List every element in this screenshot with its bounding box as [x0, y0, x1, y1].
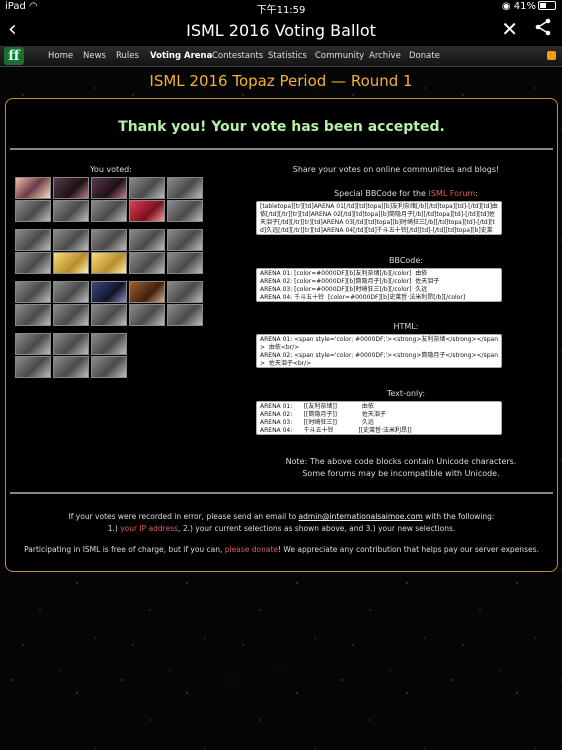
character-thumbnail[interactable]	[167, 200, 203, 222]
site-nav: ff Home News Rules Voting Arena Contesta…	[0, 46, 562, 67]
battery-icon	[538, 1, 556, 10]
isml-forum-link[interactable]: ISML Forum	[429, 189, 476, 198]
character-thumbnail[interactable]	[129, 229, 165, 251]
character-thumbnail[interactable]	[91, 356, 127, 378]
character-thumbnail[interactable]	[129, 252, 165, 274]
character-thumbnail[interactable]	[129, 177, 165, 199]
special-bbcode-textarea[interactable]: [tabletopa][tr][td]ARENA 01[/td][td]topa…	[256, 201, 502, 235]
nav-contestants[interactable]: Contestants	[212, 51, 263, 61]
character-thumbnail[interactable]	[91, 200, 127, 222]
bbcode-textarea[interactable]: ARENA 01: [color=#0000DF][b]友利奈绪[/b][/co…	[256, 268, 502, 302]
character-thumbnail[interactable]	[167, 177, 203, 199]
nav-rules[interactable]: Rules	[116, 51, 139, 61]
nav-donate[interactable]: Donate	[409, 51, 440, 61]
character-thumbnail[interactable]	[53, 252, 89, 274]
unicode-note: Note: The above code blocks contain Unic…	[285, 457, 517, 478]
bbcode-label: BBCode:	[388, 256, 423, 265]
character-thumbnail[interactable]	[15, 281, 51, 303]
character-thumbnail[interactable]	[53, 177, 89, 199]
html-label: HTML:	[393, 322, 419, 331]
nav-news[interactable]: News	[83, 51, 106, 61]
character-thumbnail[interactable]	[129, 304, 165, 326]
rss-icon[interactable]	[547, 51, 556, 60]
character-thumbnail[interactable]	[15, 333, 51, 355]
character-thumbnail[interactable]	[91, 252, 127, 274]
nav-home[interactable]: Home	[48, 51, 73, 61]
status-bar: iPad ◠ 下午11:59 ◉ 41%	[0, 0, 562, 16]
character-thumbnail[interactable]	[53, 229, 89, 251]
admin-email-link[interactable]: admin@internationalsaimoe.com	[299, 512, 423, 521]
donation-text: Participating in ISML is free of charge,…	[24, 545, 539, 554]
divider	[10, 492, 553, 494]
character-thumbnail[interactable]	[129, 281, 165, 303]
character-thumbnail[interactable]	[167, 281, 203, 303]
title-bar: ‹ ISML 2016 Voting Ballot ✕	[0, 14, 562, 46]
character-thumbnail[interactable]	[129, 200, 165, 222]
character-thumbnail[interactable]	[167, 229, 203, 251]
character-thumbnail[interactable]	[53, 281, 89, 303]
location-icon: ◉	[501, 1, 511, 12]
character-thumbnail[interactable]	[15, 304, 51, 326]
donate-link[interactable]: please donate	[225, 545, 278, 554]
character-thumbnail[interactable]	[53, 356, 89, 378]
character-thumbnail[interactable]	[15, 229, 51, 251]
text-only-textarea[interactable]: ARENA 01: [[友利奈绪]] 由依 ARENA 02: [[筒隐月子]]…	[256, 401, 502, 435]
character-thumbnail[interactable]	[91, 229, 127, 251]
ip-address-link[interactable]: your IP address	[120, 524, 178, 533]
character-thumbnail[interactable]	[53, 200, 89, 222]
nav-statistics[interactable]: Statistics	[268, 51, 307, 61]
battery-status: ◉ 41%	[502, 1, 556, 12]
character-thumbnail[interactable]	[91, 304, 127, 326]
nav-voting-arena[interactable]: Voting Arena	[150, 51, 212, 61]
character-thumbnail[interactable]	[53, 304, 89, 326]
character-thumbnail[interactable]	[91, 281, 127, 303]
confirmation-message: Thank you! Your vote has been accepted.	[118, 119, 445, 135]
character-thumbnail[interactable]	[91, 177, 127, 199]
character-thumbnail[interactable]	[15, 200, 51, 222]
character-thumbnail[interactable]	[167, 252, 203, 274]
share-icon[interactable]	[534, 18, 552, 41]
character-thumbnail[interactable]	[91, 333, 127, 355]
share-heading: Share your votes on online communities a…	[292, 165, 500, 174]
nav-archive[interactable]: Archive	[369, 51, 401, 61]
you-voted-heading: You voted:	[90, 165, 132, 174]
character-thumbnail[interactable]	[167, 304, 203, 326]
character-thumbnail[interactable]	[15, 177, 51, 199]
divider	[10, 148, 553, 150]
close-icon[interactable]: ✕	[501, 17, 518, 41]
special-bbcode-label: Special BBCode for the ISML Forum:	[334, 189, 478, 198]
error-contact-text: If your votes were recorded in error, pl…	[68, 512, 495, 533]
site-logo[interactable]: ff	[4, 47, 24, 65]
character-thumbnail[interactable]	[15, 356, 51, 378]
page-title: ISML 2016 Topaz Period — Round 1	[149, 72, 413, 90]
nav-community[interactable]: Community	[315, 51, 364, 61]
character-thumbnail[interactable]	[53, 333, 89, 355]
character-thumbnail[interactable]	[15, 252, 51, 274]
window-title: ISML 2016 Voting Ballot	[186, 21, 376, 40]
text-only-label: Text-only:	[386, 389, 426, 398]
vote-result-panel: Thank you! Your vote has been accepted. …	[5, 98, 558, 572]
html-textarea[interactable]: ARENA 01: <span style='color: #0000DF;'>…	[256, 334, 502, 368]
